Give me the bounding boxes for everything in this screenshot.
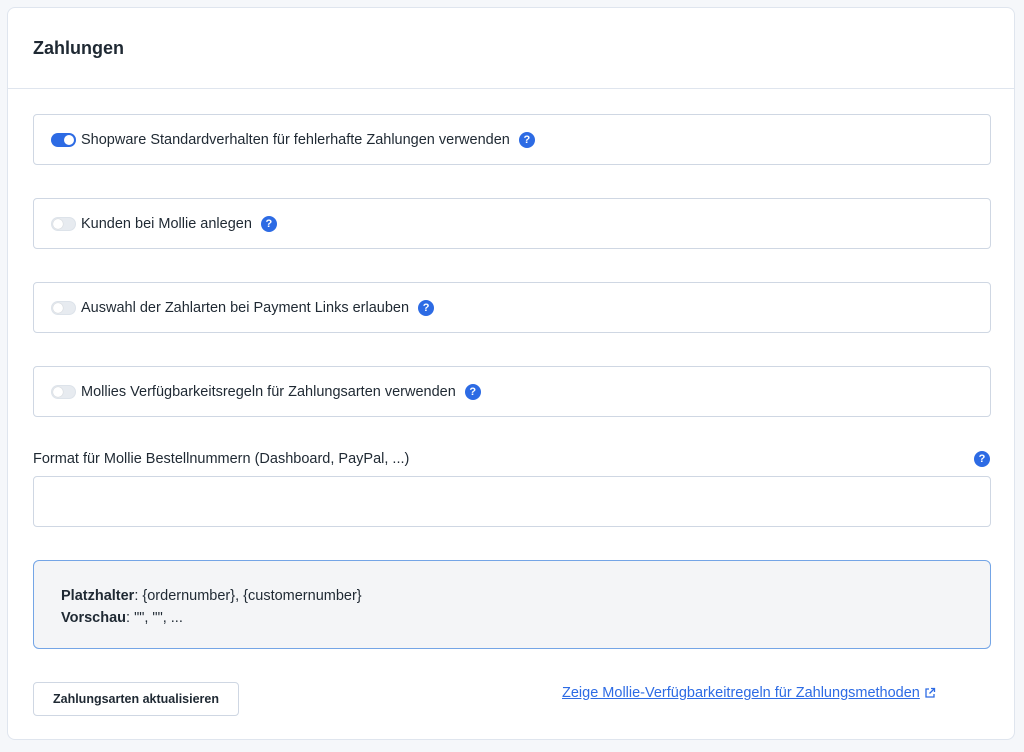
help-icon[interactable]: ? [418, 299, 435, 316]
placeholder-value: : {ordernumber}, {customernumber} [134, 588, 362, 604]
toggle-label: Mollies Verfügbarkeitsregeln für Zahlung… [81, 383, 456, 400]
toggle-field-payment-link-methods: Auswahl der Zahlarten bei Payment Links … [33, 282, 991, 333]
placeholder-info-box: Platzhalter: {ordernumber}, {customernum… [33, 560, 991, 649]
external-link-icon [925, 687, 936, 698]
switch-knob [53, 218, 63, 229]
placeholder-line: Platzhalter: {ordernumber}, {customernum… [61, 585, 990, 607]
preview-line: Vorschau: "", "", ... [61, 607, 990, 629]
update-payment-methods-button[interactable]: Zahlungsarten aktualisieren [33, 682, 239, 716]
switch-knob [53, 386, 63, 397]
shopware-default-behavior-switch[interactable] [51, 132, 76, 147]
toggle-field-shopware-default-behavior: Shopware Standardverhalten für fehlerhaf… [33, 114, 991, 165]
preview-label: Vorschau [61, 610, 127, 626]
order-number-format-input[interactable] [33, 476, 991, 527]
payments-card: Zahlungen Shopware Standardverhalten für… [7, 7, 1015, 740]
switch-knob [64, 134, 74, 145]
toggle-label: Shopware Standardverhalten für fehlerhaf… [81, 131, 510, 148]
placeholder-label: Platzhalter [61, 588, 135, 604]
availability-rules-switch[interactable] [51, 384, 76, 399]
help-icon[interactable]: ? [464, 383, 481, 400]
card-title: Zahlungen [33, 38, 124, 58]
order-number-format-label: Format für Mollie Bestellnummern (Dashbo… [33, 451, 410, 467]
availability-rules-link[interactable]: Zeige Mollie-Verfügbarkeitregeln für Zah… [562, 685, 936, 701]
toggle-label: Auswahl der Zahlarten bei Payment Links … [81, 299, 410, 316]
switch-knob [53, 302, 63, 313]
help-icon[interactable]: ? [518, 131, 535, 148]
help-icon[interactable]: ? [974, 451, 990, 467]
card-header: Zahlungen [8, 8, 1014, 89]
payment-link-methods-switch[interactable] [51, 300, 76, 315]
help-icon[interactable]: ? [260, 215, 277, 232]
create-customers-switch[interactable] [51, 216, 76, 231]
toggle-label: Kunden bei Mollie anlegen [81, 215, 252, 232]
availability-rules-link-label: Zeige Mollie-Verfügbarkeitregeln für Zah… [562, 685, 920, 701]
toggle-field-availability-rules: Mollies Verfügbarkeitsregeln für Zahlung… [33, 366, 991, 417]
preview-value: : "", "", ... [126, 610, 183, 626]
toggle-field-create-customers: Kunden bei Mollie anlegen ? [33, 198, 991, 249]
